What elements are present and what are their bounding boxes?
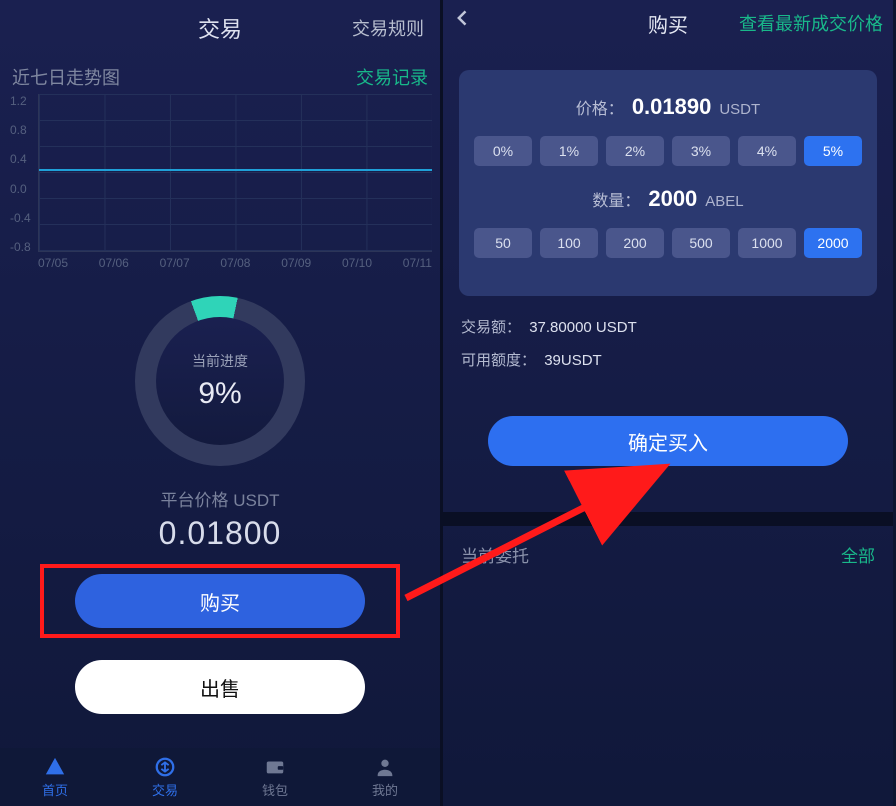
y-axis: 1.2 0.8 0.4 0.0 -0.4 -0.8 xyxy=(10,94,31,254)
percent-option-4[interactable]: 4% xyxy=(738,136,796,166)
records-link[interactable]: 交易记录 xyxy=(356,64,428,90)
confirm-buy-button[interactable]: 确定买入 xyxy=(488,416,848,466)
chart-plot xyxy=(38,94,432,252)
progress-donut: 当前进度 9% xyxy=(0,296,440,466)
chart-header: 近七日走势图 交易记录 xyxy=(0,56,440,94)
orders-header: 当前委托 全部 xyxy=(443,526,893,583)
nav-label: 钱包 xyxy=(262,780,288,799)
amount-line: 交易额： 37.80000 USDT xyxy=(461,316,875,337)
qty-option-200[interactable]: 200 xyxy=(606,228,664,258)
trade-screen: 交易 交易规则 近七日走势图 交易记录 1.2 0.8 0.4 0.0 -0.4… xyxy=(0,0,443,806)
chart-container: 1.2 0.8 0.4 0.0 -0.4 -0.8 07/05 07/06 07… xyxy=(0,94,440,278)
price-row: 价格： 0.01890 USDT xyxy=(469,94,867,120)
bottom-nav: 首页 交易 钱包 我的 xyxy=(0,748,440,806)
percent-option-2[interactable]: 2% xyxy=(606,136,664,166)
page-title: 交易 xyxy=(198,12,242,44)
wallet-icon xyxy=(263,755,287,779)
right-header: 购买 查看最新成交价格 xyxy=(443,0,893,46)
progress-percent: 9% xyxy=(198,377,241,411)
price-value: 0.01890 xyxy=(632,94,712,120)
right-title: 购买 xyxy=(648,9,688,38)
qty-options: 50 100 200 500 1000 2000 xyxy=(469,228,867,258)
x-tick: 07/10 xyxy=(342,256,372,270)
buy-screen: 购买 查看最新成交价格 价格： 0.01890 USDT 0% 1% 2% 3%… xyxy=(443,0,893,806)
chart-line-series xyxy=(39,169,432,171)
nav-home[interactable]: 首页 xyxy=(0,748,110,806)
qty-option-100[interactable]: 100 xyxy=(540,228,598,258)
back-icon[interactable] xyxy=(453,4,473,35)
limit-value: 39USDT xyxy=(544,352,602,369)
y-tick: 0.0 xyxy=(10,182,31,196)
orders-all-link[interactable]: 全部 xyxy=(841,542,875,567)
percent-options: 0% 1% 2% 3% 4% 5% xyxy=(469,136,867,166)
nav-label: 交易 xyxy=(152,780,178,799)
x-tick: 07/05 xyxy=(38,256,68,270)
y-tick: 0.4 xyxy=(10,152,31,166)
home-icon xyxy=(43,755,67,779)
annotation-highlight: 购买 xyxy=(40,564,400,638)
qty-option-1000[interactable]: 1000 xyxy=(738,228,796,258)
divider xyxy=(443,512,893,526)
orders-title: 当前委托 xyxy=(461,542,529,567)
amount-value: 37.80000 USDT xyxy=(529,319,637,336)
y-tick: 1.2 xyxy=(10,94,31,108)
progress-label: 当前进度 xyxy=(192,351,248,371)
price-label: 价格： xyxy=(576,95,624,119)
nav-mine[interactable]: 我的 xyxy=(330,748,440,806)
qty-option-500[interactable]: 500 xyxy=(672,228,730,258)
percent-option-1[interactable]: 1% xyxy=(540,136,598,166)
qty-option-2000[interactable]: 2000 xyxy=(804,228,862,258)
x-tick: 07/09 xyxy=(281,256,311,270)
qty-label: 数量： xyxy=(592,187,640,211)
qty-option-50[interactable]: 50 xyxy=(474,228,532,258)
nav-wallet[interactable]: 钱包 xyxy=(220,748,330,806)
nav-trade[interactable]: 交易 xyxy=(110,748,220,806)
buy-button[interactable]: 购买 xyxy=(75,574,365,628)
percent-option-0[interactable]: 0% xyxy=(474,136,532,166)
left-header: 交易 交易规则 xyxy=(0,0,440,56)
x-axis: 07/05 07/06 07/07 07/08 07/09 07/10 07/1… xyxy=(38,252,432,270)
latest-price-link[interactable]: 查看最新成交价格 xyxy=(739,10,883,36)
x-tick: 07/07 xyxy=(160,256,190,270)
price-unit: USDT xyxy=(719,101,760,118)
price-label: 平台价格 USDT xyxy=(0,486,440,511)
amount-label: 交易额： xyxy=(461,319,521,336)
x-tick: 07/06 xyxy=(99,256,129,270)
qty-unit: ABEL xyxy=(705,193,743,210)
user-icon xyxy=(373,755,397,779)
y-tick: -0.4 xyxy=(10,211,31,225)
percent-option-3[interactable]: 3% xyxy=(672,136,730,166)
qty-value: 2000 xyxy=(648,186,697,212)
nav-label: 我的 xyxy=(372,780,398,799)
trade-icon xyxy=(153,755,177,779)
rules-link[interactable]: 交易规则 xyxy=(352,15,424,41)
limit-line: 可用额度： 39USDT xyxy=(461,349,875,370)
order-panel: 价格： 0.01890 USDT 0% 1% 2% 3% 4% 5% 数量： 2… xyxy=(459,70,877,296)
y-tick: -0.8 xyxy=(10,240,31,254)
x-tick: 07/11 xyxy=(403,256,432,270)
sell-button[interactable]: 出售 xyxy=(75,660,365,714)
price-block: 平台价格 USDT 0.01800 xyxy=(0,486,440,552)
chart-title: 近七日走势图 xyxy=(12,64,120,90)
percent-option-5[interactable]: 5% xyxy=(804,136,862,166)
nav-label: 首页 xyxy=(42,780,68,799)
qty-row: 数量： 2000 ABEL xyxy=(469,186,867,212)
y-tick: 0.8 xyxy=(10,123,31,137)
limit-label: 可用额度： xyxy=(461,352,536,369)
x-tick: 07/08 xyxy=(220,256,250,270)
price-value: 0.01800 xyxy=(0,515,440,552)
